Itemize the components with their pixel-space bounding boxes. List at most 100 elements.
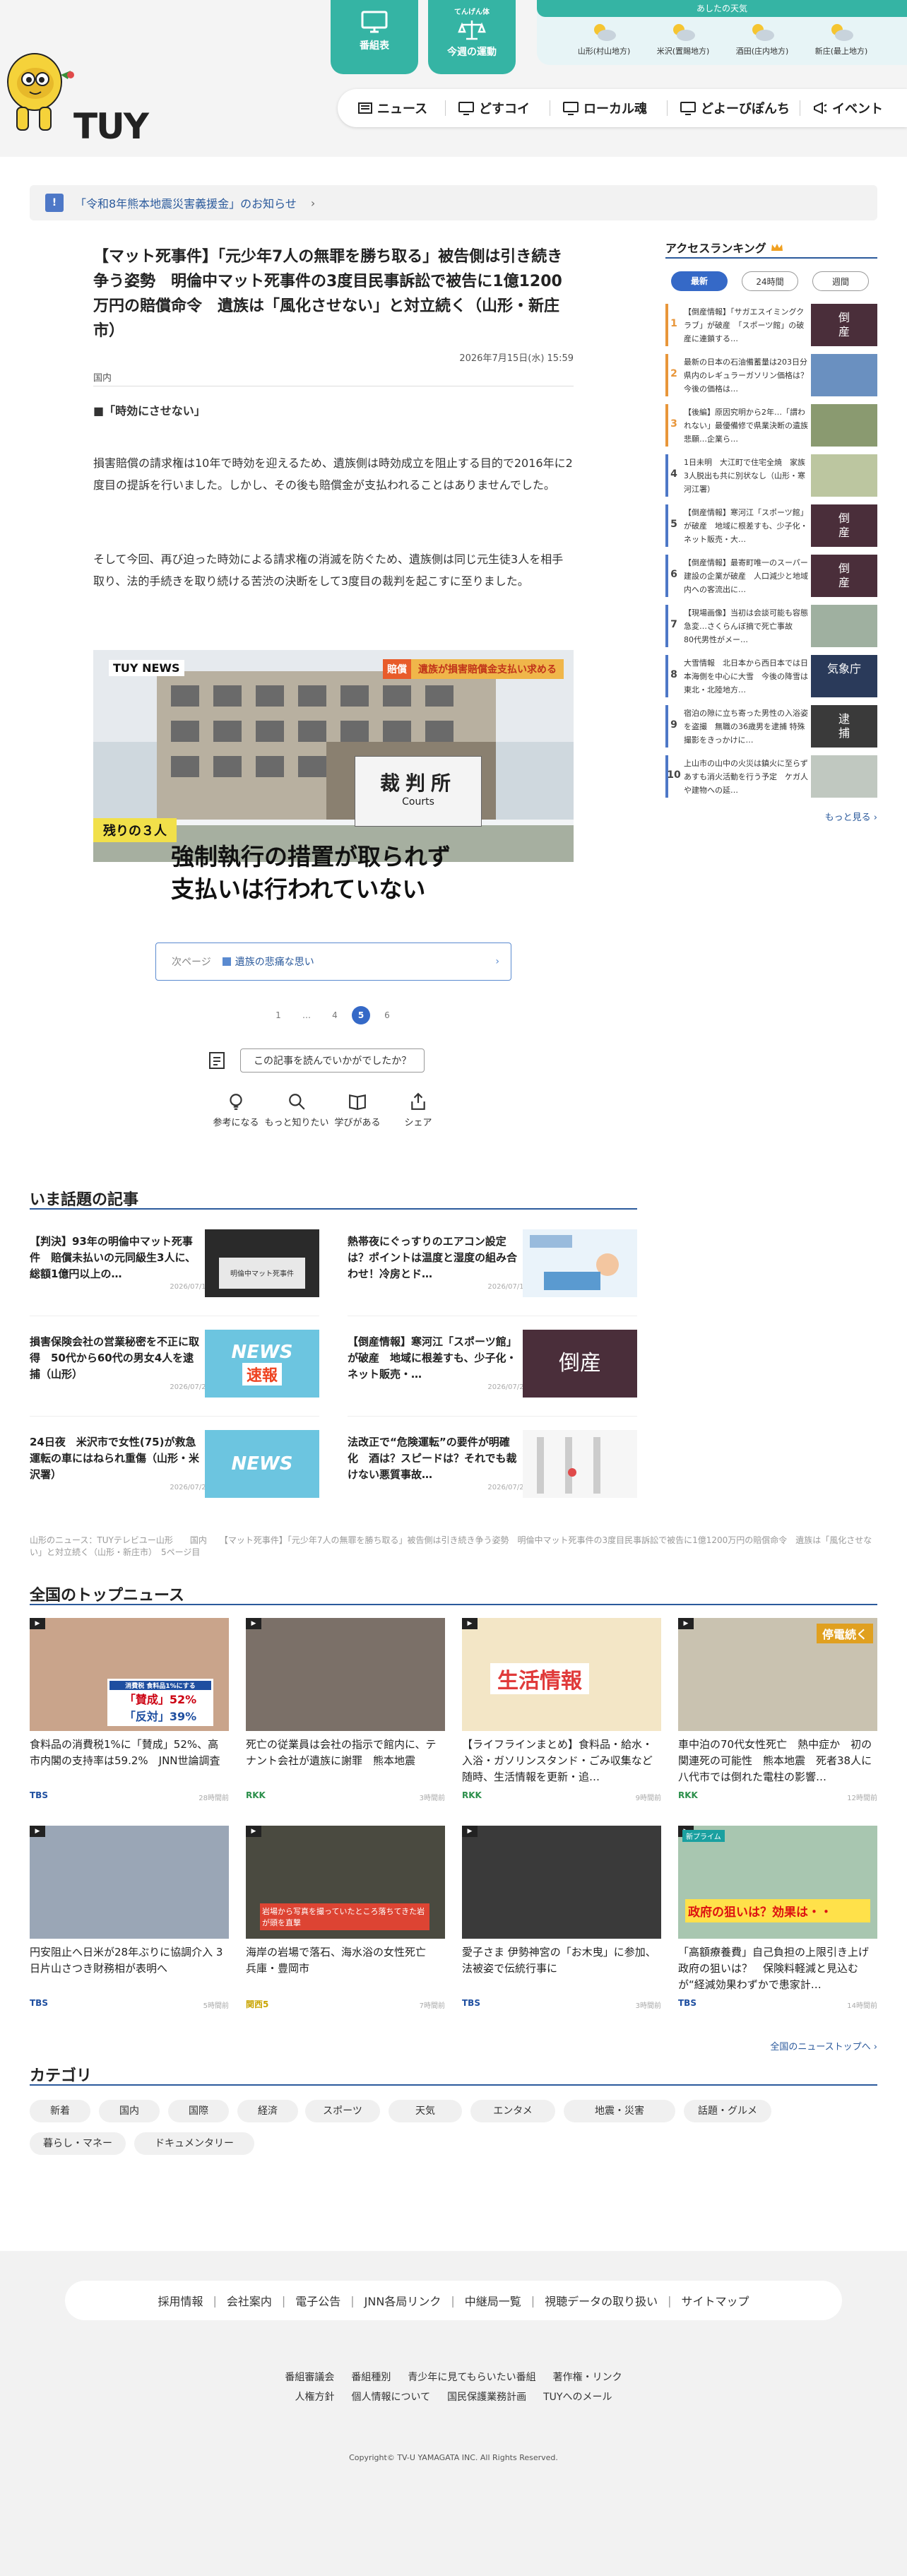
page-link[interactable]: … <box>297 1006 316 1024</box>
nav-divider <box>445 100 446 116</box>
learned-button[interactable]: 学びがある <box>324 1092 391 1128</box>
weather-cell[interactable]: 米沢(置賜地方) <box>644 20 722 57</box>
news-source: TBS <box>462 1998 480 2008</box>
ranking-tab[interactable]: 最新 <box>671 271 728 291</box>
outage-label: 停電続く <box>816 1624 873 1643</box>
footer-link[interactable]: 青少年に見てもらいたい番組 <box>408 2372 535 2383</box>
category-chip[interactable]: 地震・災害 <box>564 2100 675 2122</box>
trending-item[interactable]: 24日夜 米沢市で女性(75)が救急運転の車にはねられ重傷（山形・米沢署） 202… <box>30 1430 331 1503</box>
category-chip[interactable]: ドキュメンタリー <box>134 2132 254 2155</box>
category-chip[interactable]: エンタメ <box>470 2100 555 2122</box>
trending-date: 2026/07/15 <box>170 1283 211 1291</box>
trending-item[interactable]: 【倒産情報】寒河江「スポーツ館」が破産 地域に根差すも、少子化・ネット販売・… 2… <box>348 1330 648 1417</box>
footer-link[interactable]: TUYへのメール <box>543 2392 612 2403</box>
ranking-tab[interactable]: 週間 <box>812 271 869 291</box>
news-date: 12時間前 <box>847 1795 877 1802</box>
category-chip[interactable]: 天気 <box>389 2100 462 2122</box>
category-chip[interactable]: 経済 <box>237 2100 298 2122</box>
footer-nav-link[interactable]: サイトマップ <box>682 2292 749 2309</box>
trending-item[interactable]: 損害保険会社の営業秘密を不正に取得 50代から60代の男女4人を逮捕（山形） 20… <box>30 1330 331 1417</box>
national-news-card[interactable]: ▶新プライム政府の狙いは？効果は・・「高額療養費」自己負担の上限引き上げ 政府の… <box>678 1826 877 2016</box>
ranking-item[interactable]: 4 1日未明 大江町で住宅全焼 家族3人脱出も共に別状なし（山形・寒河江署） <box>665 454 877 504</box>
program-guide-button[interactable]: 番組表 <box>331 0 418 74</box>
ranking-item[interactable]: 2 最新の日本の石油備蓄量は203日分 県内のレギュラーガソリン価格は？ 今後の価… <box>665 354 877 403</box>
page-link[interactable]: 4 <box>326 1006 344 1024</box>
search-icon <box>289 1094 305 1110</box>
national-news-card[interactable]: ▶ 生活情報 【ライフラインまとめ】食料品・給水・入浴・ガソリンスタンド・ごみ収集な… <box>462 1618 661 1809</box>
footer-link[interactable]: 国民保護業務計画 <box>447 2392 526 2403</box>
category-chip[interactable]: 暮らし・マネー <box>30 2132 126 2155</box>
footer-link[interactable]: 個人情報について <box>352 2392 431 2403</box>
news-title: 円安阻止へ日米が28年ぶりに協調介入 3日片山さつき財務相が表明へ <box>30 1946 223 1975</box>
national-heading: 全国のトップニュース <box>30 1587 184 1605</box>
ranking-item[interactable]: 5 【倒産情報】寒河江「スポーツ館」が破産 地域に根差すも、少子化・ネット販売・大… <box>665 504 877 554</box>
footer-link[interactable]: 番組審議会 <box>285 2372 334 2383</box>
category-chip[interactable]: 国内 <box>99 2100 160 2122</box>
national-news-card[interactable]: ▶ 停電続く 車中泊の70代女性死亡 熱中症か 初の関連死の可能性 熊本地震 死者3… <box>678 1618 877 1809</box>
nav-item-local[interactable]: ローカル魂 <box>562 99 647 117</box>
ranking-item[interactable]: 3 【後編】原因究明から2年…「謂われない」最優備修で県業決断の遺族悲願…企業ら… <box>665 404 877 454</box>
nav-item-doyobi[interactable]: どよーびぽんち <box>680 99 790 117</box>
national-underline <box>30 1604 877 1605</box>
national-news-card[interactable]: ▶ 消費税 食料品1%にする 「賛成」52% 「反対」39% 食料品の消費税1%に「賛成… <box>30 1618 229 1809</box>
footer-link[interactable]: 番組種別 <box>351 2372 391 2383</box>
national-news-card[interactable]: ▶ 円安阻止へ日米が28年ぶりに協調介入 3日片山さつき財務相が表明へ TBS 5時間… <box>30 1826 229 2016</box>
page-link[interactable]: 1 <box>269 1006 287 1024</box>
breadcrumb[interactable]: 山形のニュース：TUYテレビユー山形 国内 【マット死事件】「元少年7人の無罪を… <box>30 1535 877 1559</box>
weekly-exercise-button[interactable]: てんげん体 今週の運動 <box>428 0 516 74</box>
weather-cell[interactable]: 酒田(庄内地方) <box>723 20 801 57</box>
page-link[interactable]: 6 <box>378 1006 396 1024</box>
article-category[interactable]: 国内 <box>93 370 112 384</box>
mascot-logo[interactable] <box>3 40 81 138</box>
ranking-more-link[interactable]: もっと見る › <box>777 810 877 823</box>
category-chip[interactable]: 国際 <box>168 2100 229 2122</box>
footer-nav-link[interactable]: 電子公告 <box>295 2292 340 2309</box>
next-page-link[interactable]: 次ページ 遺族の悲痛な思い › <box>155 943 511 981</box>
footer-nav-link[interactable]: 中継局一覧 <box>465 2292 521 2309</box>
nav-item-dosukoi[interactable]: どすコイ <box>458 99 530 117</box>
logo-text[interactable]: TUY <box>73 106 149 147</box>
rank-title: 【倒産情報】最寄町唯一のスーパー建設の企業が破産 人口減少と地域内への客流出に… <box>684 558 808 594</box>
trending-item[interactable]: 法改正で“危険運転”の要件が明確化 酒は？スピードは？それでも裁けない悪質事故…… <box>348 1430 648 1503</box>
ranking-item[interactable]: 7 【現場画像】当初は会談可能も容態急変…さくらんぼ摘で死亡事故 80代男性がメー… <box>665 605 877 654</box>
footer-nav-link[interactable]: 視聴データの取り扱い <box>545 2292 658 2309</box>
article-photo: 裁判所 Courts TUY NEWS 賠償 遺族が損害賠償金支払い求める 残り… <box>93 650 574 918</box>
want-more-button[interactable]: もっと知りたい <box>263 1092 331 1128</box>
rank-title: 【倒産情報】寒河江「スポーツ館」が破産 地域に根差すも、少子化・ネット販売・大… <box>684 508 808 544</box>
ranking-item[interactable]: 6 【倒産情報】最寄町唯一のスーパー建設の企業が破産 人口減少と地域内への客流出に… <box>665 555 877 604</box>
footer-nav-link[interactable]: 採用情報 <box>158 2292 203 2309</box>
trending-date: 2026/07/23 <box>487 1383 528 1391</box>
footer-link[interactable]: 人権方針 <box>295 2392 335 2403</box>
ranking-item[interactable]: 8 大雪情報 北日本から西日本では日本海側を中心に大雪 今後の降雪は東北・北陸地方… <box>665 655 877 704</box>
trending-thumbnail <box>523 1229 637 1297</box>
category-chip[interactable]: 新着 <box>30 2100 90 2122</box>
national-more-link[interactable]: 全国のニューストップへ › <box>749 2039 877 2052</box>
national-news-card[interactable]: ▶ 岩場から写真を撮っていたところ落ちてきた岩が頭を直撃 海岸の岩場で落石、海水浴の… <box>246 1826 445 2016</box>
rank-title: 宿泊の隙に立ち寄った男性の入浴姿を盗撮 無職の36歳男を逮捕 特殊撮影をきっかけ… <box>684 709 808 745</box>
page-current[interactable]: 5 <box>352 1006 370 1024</box>
category-chip[interactable]: スポーツ <box>305 2100 380 2122</box>
nav-item-event[interactable]: イベント <box>812 99 883 117</box>
ranking-item[interactable]: 1 【倒産情報】「サガエスイミングクラブ」が破産 「スポーツ館」の破産に連鎖する…… <box>665 304 877 353</box>
footer-link[interactable]: 著作権・リンク <box>553 2372 622 2383</box>
national-news-card[interactable]: ▶ 死亡の従業員は会社の指示で館内に、テナント会社が遺族に謝罪 熊本地震 RKK 3時… <box>246 1618 445 1809</box>
notice-banner[interactable]: ! 「令和8年熊本地震災害義援金」のお知らせ › <box>30 185 877 220</box>
trending-item[interactable]: 熱帯夜にぐっすりのエアコン設定は？ポイントは温度と湿度の組み合わせ！冷房とド… 2… <box>348 1229 648 1316</box>
ranking-tab[interactable]: 24時間 <box>742 271 798 291</box>
category-chip[interactable]: 話題・グルメ <box>684 2100 771 2122</box>
trending-item[interactable]: 【判決】93年の明倫中マット死事件 賠償未払いの元同級生3人に、総額1億円以上の… <box>30 1229 331 1316</box>
ranking-heading: アクセスランキング <box>665 242 766 255</box>
news-thumbnail: ▶新プライム政府の狙いは？効果は・・ <box>678 1826 877 1939</box>
weather-cell[interactable]: 新庄(最上地方) <box>802 20 880 57</box>
footer-nav-link[interactable]: 会社案内 <box>227 2292 272 2309</box>
rank-thumb-label: 気象庁 <box>826 662 861 675</box>
helpful-button[interactable]: 参考になる <box>202 1092 270 1128</box>
national-news-card[interactable]: ▶ 愛子さま 伊勢神宮の「お木曳」に参加、法被姿で伝統行事に TBS 3時間前 <box>462 1826 661 2016</box>
scale-icon <box>458 20 486 40</box>
share-button[interactable]: シェア <box>384 1092 452 1128</box>
footer-nav-link[interactable]: JNN各局リンク <box>364 2292 441 2309</box>
ranking-item[interactable]: 10 上山市の山中の火災は鎮火に至らず あすも消火活動を行う予定 ケガ人や建物への… <box>665 755 877 805</box>
nav-item-news[interactable]: ニュース <box>357 99 427 117</box>
ranking-item[interactable]: 9 宿泊の隙に立ち寄った男性の入浴姿を盗撮 無職の36歳男を逮捕 特殊撮影をきっか… <box>665 705 877 755</box>
weather-cell[interactable]: 山形(村山地方) <box>565 20 643 57</box>
